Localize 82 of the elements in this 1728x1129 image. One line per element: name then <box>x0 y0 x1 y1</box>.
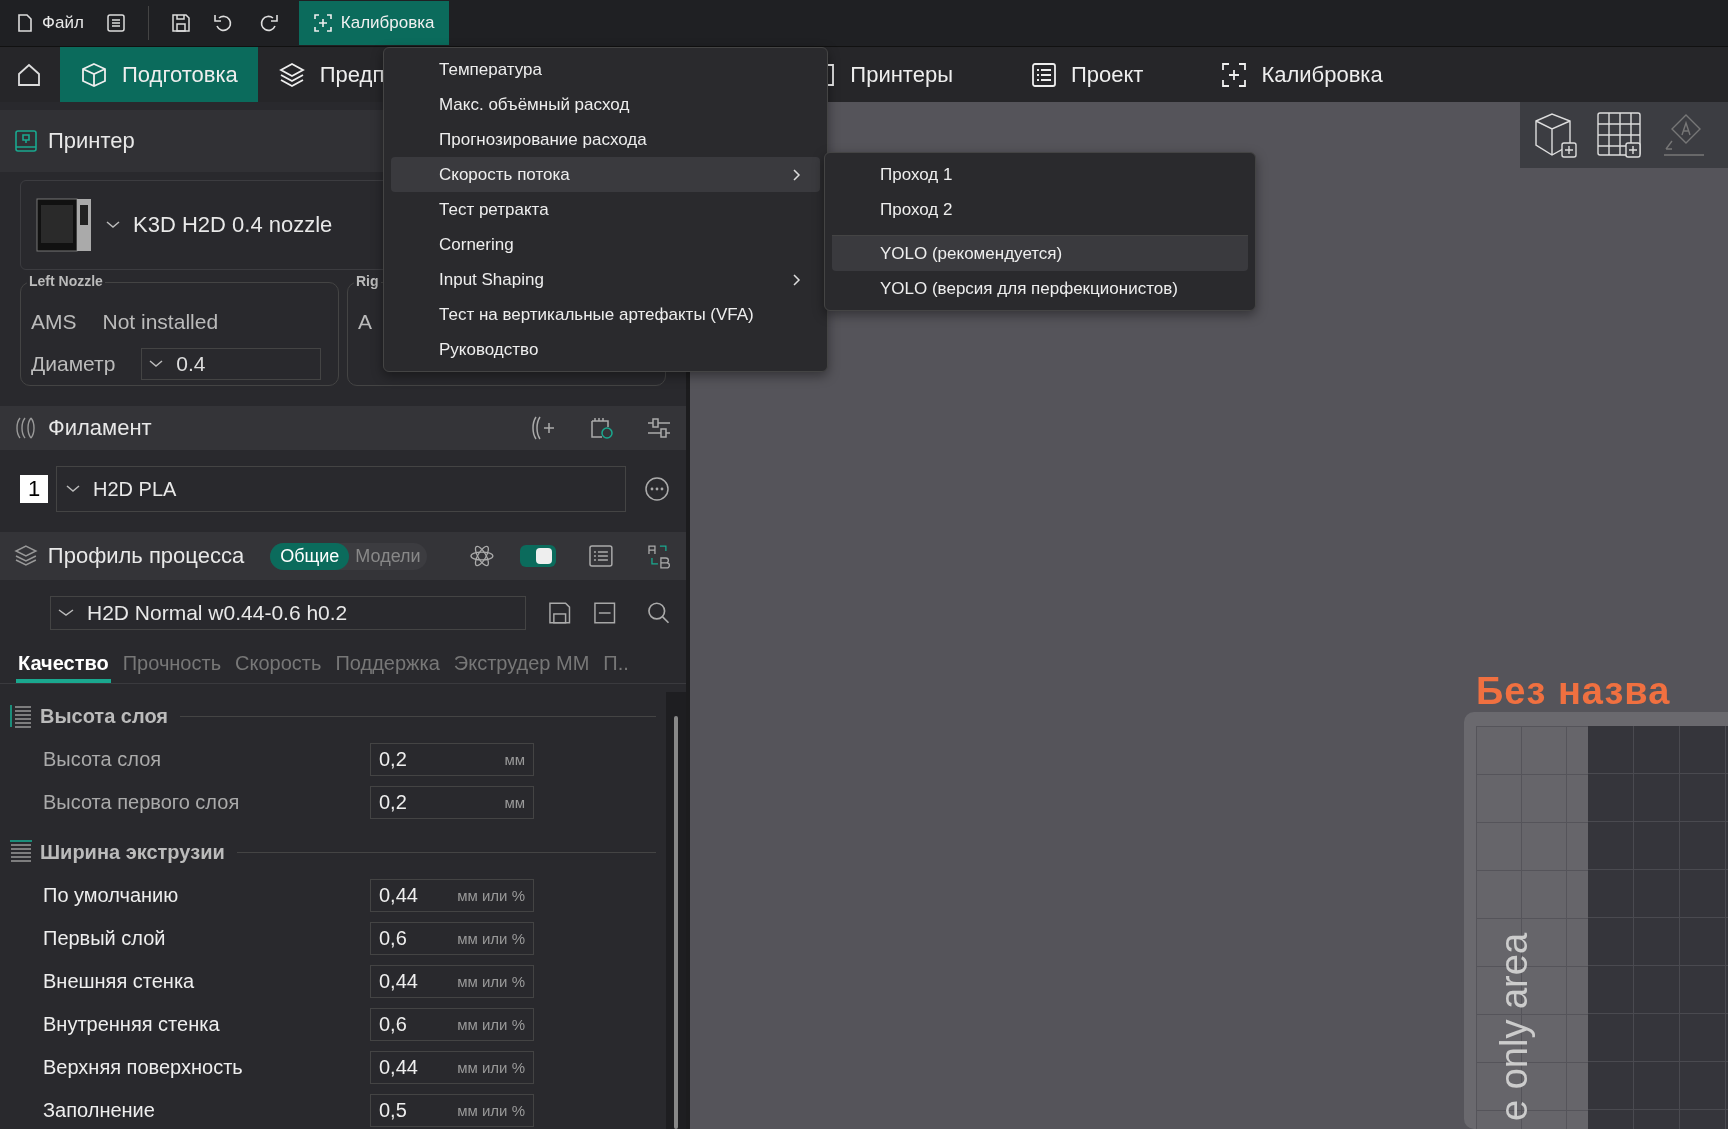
layers-icon <box>277 61 306 88</box>
home-icon[interactable] <box>16 62 42 87</box>
option-label: Внутренняя стенка <box>43 1013 221 1036</box>
add-cube-icon[interactable] <box>1532 111 1580 159</box>
ams-label: A <box>358 310 372 334</box>
atom-icon[interactable] <box>468 543 495 569</box>
printer-drawing <box>35 195 93 255</box>
diameter-label: Диаметр <box>31 352 116 376</box>
add-filament-icon[interactable] <box>530 415 556 441</box>
menu-item[interactable]: Проход 2 <box>832 192 1248 227</box>
menu-item[interactable]: Проход 1 <box>832 157 1248 192</box>
search-icon[interactable] <box>646 601 670 625</box>
menu-item[interactable]: Скорость потока <box>391 157 820 192</box>
settings-icon[interactable] <box>646 415 672 441</box>
input-field[interactable]: 0,6 мм или % <box>370 1008 534 1041</box>
filament-select[interactable]: H2D PLA <box>56 466 626 512</box>
menu-item[interactable]: Руководство <box>391 332 820 367</box>
list-icon[interactable] <box>588 543 615 569</box>
nozzle-title: Rig <box>354 273 381 289</box>
input-field[interactable]: 0,44 мм или % <box>370 1051 534 1084</box>
line-width-icon <box>8 839 34 865</box>
advanced-toggle[interactable] <box>520 545 557 567</box>
option-label: Высота слоя <box>43 748 163 771</box>
save-icon[interactable] <box>170 13 191 33</box>
chevron-down-icon <box>57 608 75 618</box>
layers-icon <box>14 544 38 568</box>
input-field[interactable]: 0,44 мм или % <box>370 879 534 912</box>
input-field[interactable]: 0,5 мм или % <box>370 1094 534 1127</box>
box-icon <box>80 61 108 88</box>
ams-label: AMS <box>31 310 77 334</box>
chevron-down-icon <box>105 220 121 230</box>
calibration-icon <box>312 13 333 33</box>
filament-number: 1 <box>20 475 48 503</box>
menu-item[interactable]: Прогнозирование расхода <box>391 122 820 157</box>
plate-title: Без назва <box>1476 670 1671 713</box>
input-field[interactable]: 0,6 мм или % <box>370 922 534 955</box>
nozzle-title: Left Nozzle <box>27 273 105 289</box>
option-label: Первый слой <box>43 927 167 950</box>
menu-icon[interactable] <box>105 13 126 33</box>
option-label: Внешняя стенка <box>43 970 196 993</box>
layer-height-icon <box>8 703 34 729</box>
mode-option[interactable]: Общие <box>270 542 350 570</box>
input-field[interactable]: 0,2 мм <box>370 786 534 819</box>
main-tab[interactable]: Проект <box>1010 47 1164 102</box>
printer-name: K3D H2D 0.4 nozzle <box>133 212 333 238</box>
settings-tab[interactable]: Качество <box>16 652 111 683</box>
option-label: По умолчанию <box>43 884 180 907</box>
diameter-select[interactable]: 0.4 <box>141 348 322 380</box>
calibration-menu-button[interactable]: Калибровка <box>298 1 449 45</box>
add-grid-icon[interactable] <box>1596 111 1644 159</box>
file-icon <box>16 13 34 33</box>
save-icon[interactable] <box>547 601 572 625</box>
menu-item[interactable]: YOLO (рекомендуется) <box>832 235 1248 271</box>
input-field[interactable]: 0,2 мм <box>370 743 534 776</box>
scrollbar[interactable] <box>666 692 686 1129</box>
chevron-right-icon <box>792 167 802 182</box>
section-title: Принтер <box>48 128 135 154</box>
chevron-right-icon <box>792 272 802 287</box>
preset-select[interactable]: H2D Normal w0.44-0.6 h0.2 <box>50 596 526 630</box>
more-icon[interactable] <box>644 476 670 502</box>
chevron-down-icon <box>65 484 81 494</box>
compare-icon[interactable] <box>646 542 672 570</box>
section-title: Профиль процесса <box>47 543 245 569</box>
filament-icon <box>14 416 38 440</box>
chevron-down-icon <box>148 359 165 369</box>
input-field[interactable]: 0,44 мм или % <box>370 965 534 998</box>
menu-item[interactable]: YOLO (версия для перфекционистов) <box>832 271 1248 306</box>
option-label: Верхняя поверхность <box>43 1056 244 1079</box>
main-tab[interactable]: Подготовка <box>60 47 258 102</box>
ams-status: Not installed <box>102 310 219 334</box>
option-label: Заполнение <box>43 1099 156 1122</box>
calibration-icon <box>1221 61 1248 88</box>
plate-area-label: e only area <box>1492 933 1536 1121</box>
group-title: Высота слоя <box>40 704 169 728</box>
main-tab[interactable]: Калибровка <box>1201 47 1403 102</box>
list-icon <box>1030 61 1057 88</box>
group-title: Ширина экструзии <box>40 840 225 864</box>
minus-box-icon[interactable] <box>593 601 617 625</box>
file-menu-button[interactable]: Файл <box>16 13 84 33</box>
menu-item[interactable]: Тест на вертикальные артефакты (VFA) <box>391 297 820 332</box>
option-label: Высота первого слоя <box>43 791 241 814</box>
section-title: Филамент <box>48 415 152 441</box>
